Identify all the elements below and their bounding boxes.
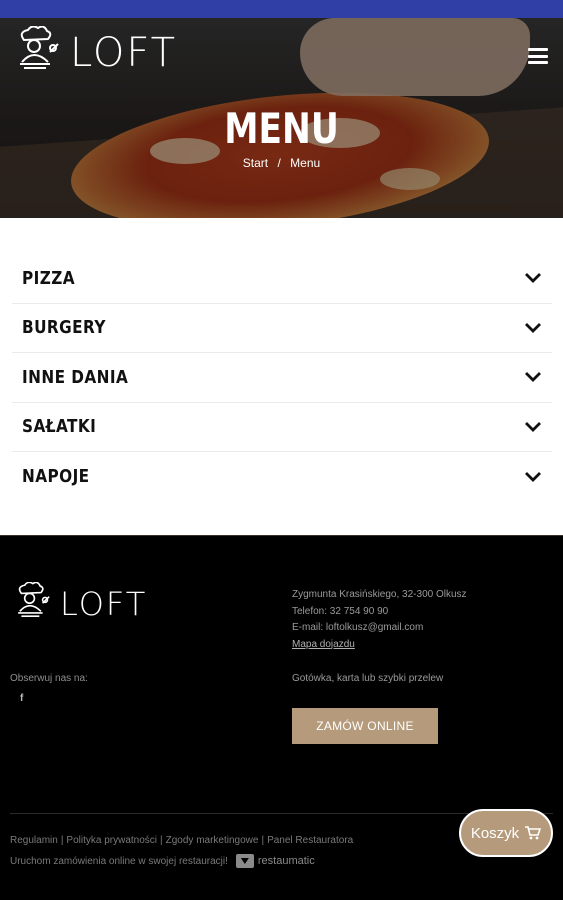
restaumatic-logo[interactable]: restaumatic xyxy=(235,854,315,868)
cart-button[interactable]: Koszyk xyxy=(459,809,553,857)
link-regulamin[interactable]: Regulamin xyxy=(10,835,58,846)
footer-logo[interactable]: LOFT xyxy=(10,582,147,626)
link-marketing-consents[interactable]: Zgody marketingowe xyxy=(166,835,259,846)
header-logo[interactable]: LOFT xyxy=(10,26,177,80)
map-link[interactable]: Mapa dojazdu xyxy=(292,637,467,654)
order-online-button[interactable]: ZAMÓW ONLINE xyxy=(292,708,438,744)
chef-logo-icon xyxy=(20,26,59,69)
restaumatic-name: restaumatic xyxy=(257,855,315,867)
address: Zygmunta Krasińskiego, 32-300 Olkusz xyxy=(292,589,467,600)
category-label: PIZZA xyxy=(22,267,76,289)
chevron-down-icon xyxy=(525,273,541,284)
chevron-down-icon xyxy=(525,372,541,383)
top-status-bar xyxy=(0,0,563,18)
category-label: NAPOJE xyxy=(22,466,90,488)
chevron-down-icon xyxy=(525,471,541,482)
brand-name: LOFT xyxy=(70,30,178,76)
cart-label: Koszyk xyxy=(470,824,520,842)
category-napoje[interactable]: NAPOJE xyxy=(12,452,552,502)
link-restaurant-panel[interactable]: Panel Restauratora xyxy=(267,835,353,846)
menu-categories-section: PIZZA BURGERY INNE DANIA SAŁATKI NAPOJE xyxy=(0,218,563,535)
breadcrumb: Start / Menu xyxy=(0,156,563,170)
category-inne-dania[interactable]: INNE DANIA xyxy=(12,353,552,403)
follow-label: Obserwuj nas na: xyxy=(10,673,88,684)
contact-info: Zygmunta Krasińskiego, 32-300 Olkusz Tel… xyxy=(292,587,467,653)
powered-text[interactable]: Uruchom zamówienia online w swojej resta… xyxy=(10,856,228,867)
category-list: PIZZA BURGERY INNE DANIA SAŁATKI NAPOJE xyxy=(12,254,552,502)
restaumatic-icon xyxy=(235,854,254,868)
breadcrumb-separator: / xyxy=(277,156,281,170)
chef-logo-icon xyxy=(18,582,50,618)
category-label: BURGERY xyxy=(22,317,106,339)
chevron-down-icon xyxy=(525,322,541,333)
hamburger-icon[interactable] xyxy=(528,48,548,64)
breadcrumb-current: Menu xyxy=(290,156,321,170)
category-pizza[interactable]: PIZZA xyxy=(12,254,552,304)
page-title: MENU xyxy=(224,104,339,153)
chevron-down-icon xyxy=(525,421,541,432)
category-salatki[interactable]: SAŁATKI xyxy=(12,403,552,452)
cart-icon xyxy=(525,826,542,840)
category-burgery[interactable]: BURGERY xyxy=(12,304,552,353)
powered-by: Uruchom zamówienia online w swojej resta… xyxy=(10,854,315,868)
facebook-icon[interactable]: f xyxy=(20,693,23,704)
link-privacy-policy[interactable]: Polityka prywatności xyxy=(66,835,157,846)
category-label: SAŁATKI xyxy=(22,416,97,438)
brand-name: LOFT xyxy=(60,585,148,623)
phone: Telefon: 32 754 90 90 xyxy=(292,605,389,617)
legal-links: Regulamin | Polityka prywatności | Zgody mar… xyxy=(10,835,354,846)
breadcrumb-home[interactable]: Start xyxy=(243,156,268,170)
payment-methods: Gotówka, karta lub szybki przelew xyxy=(292,673,444,684)
email: E-mail: loftolkusz@gmail.com xyxy=(292,622,424,633)
category-label: INNE DANIA xyxy=(22,366,129,388)
